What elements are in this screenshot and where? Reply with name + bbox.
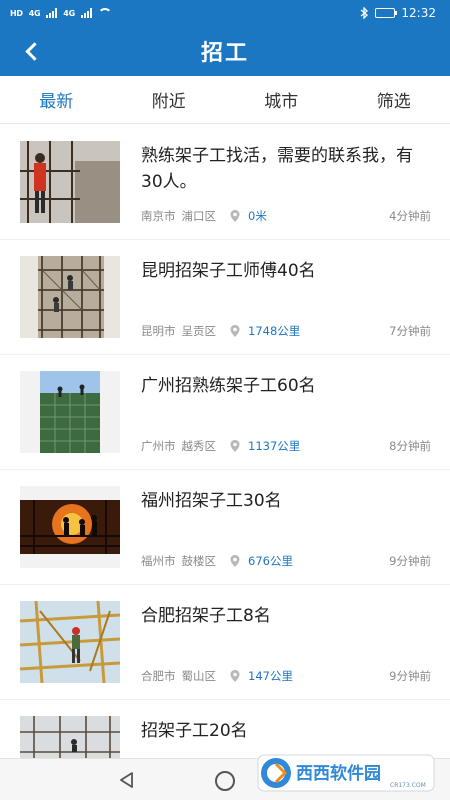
- back-button[interactable]: [14, 34, 48, 68]
- app-header: 招工: [0, 26, 450, 76]
- location-pin-icon: [230, 325, 240, 337]
- bamboo-scaffold-photo: [20, 601, 120, 683]
- signal-icon-1: [46, 8, 58, 18]
- site-watermark-logo: 西西软件园 CR173.COM: [257, 754, 435, 792]
- worker-red-scaffold-photo: [20, 141, 120, 223]
- job-title: 合肥招架子工8名: [141, 606, 271, 626]
- tab-filter[interactable]: 筛选: [338, 87, 450, 112]
- job-title: 招架子工20名: [141, 721, 248, 741]
- filter-tabs: 最新 附近 城市 筛选: [0, 76, 450, 124]
- job-title: 昆明招架子工师傅40名: [141, 261, 316, 281]
- job-district: 蜀山区: [181, 669, 217, 683]
- job-time-ago: 8分钟前: [389, 439, 431, 453]
- job-meta: 昆明市 呈贡区 1748公里 7分钟前: [141, 323, 431, 339]
- wifi-icon: [97, 8, 112, 18]
- nav-home-icon[interactable]: [215, 771, 235, 791]
- tab-latest[interactable]: 最新: [0, 87, 113, 112]
- tab-city[interactable]: 城市: [225, 87, 338, 112]
- job-district: 越秀区: [181, 439, 217, 453]
- job-list-item[interactable]: 熟练架子工找活，需要的联系我，有30人。 南京市 浦口区 0米 4分钟前: [0, 125, 450, 240]
- job-meta: 福州市 鼓楼区 676公里 9分钟前: [141, 553, 431, 569]
- job-time-ago: 4分钟前: [389, 209, 431, 223]
- job-thumbnail: [20, 371, 120, 453]
- nav-back-icon[interactable]: [118, 771, 136, 789]
- job-title: 熟练架子工找活，需要的联系我，有30人。: [141, 146, 413, 192]
- job-city: 昆明市: [141, 324, 176, 338]
- status-right: 12:32: [359, 6, 436, 20]
- job-meta: 南京市 浦口区 0米 4分钟前: [141, 208, 431, 224]
- job-list-item[interactable]: 合肥招架子工8名 合肥市 蜀山区 147公里 9分钟前: [0, 585, 450, 700]
- battery-icon: [375, 8, 398, 18]
- job-time-ago: 9分钟前: [389, 554, 431, 568]
- bluetooth-icon: [360, 7, 369, 19]
- job-title: 广州招熟练架子工60名: [141, 376, 316, 396]
- location-pin-icon: [230, 670, 240, 682]
- sunset-silhouette-photo: [20, 486, 120, 568]
- job-title: 福州招架子工30名: [141, 491, 282, 511]
- network-type-2: 4G: [63, 8, 75, 18]
- tab-nearby[interactable]: 附近: [113, 87, 226, 112]
- job-distance: 147公里: [248, 669, 293, 683]
- job-district: 浦口区: [181, 209, 217, 223]
- status-bar: HD 4G 4G 12:32: [0, 0, 450, 26]
- job-distance: 1748公里: [248, 324, 301, 338]
- scaffold-workers-photo: [20, 256, 120, 338]
- hd-badge: HD: [10, 8, 23, 18]
- job-time-ago: 9分钟前: [389, 669, 431, 683]
- job-district: 鼓楼区: [181, 554, 217, 568]
- job-meta: 合肥市 蜀山区 147公里 9分钟前: [141, 668, 431, 684]
- job-list-item[interactable]: 福州招架子工30名 福州市 鼓楼区 676公里 9分钟前: [0, 470, 450, 585]
- job-thumbnail: [20, 256, 120, 338]
- back-arrow-icon: [24, 41, 44, 61]
- job-thumbnail: [20, 601, 120, 683]
- job-thumbnail: [20, 486, 120, 568]
- job-distance: 0米: [248, 209, 267, 223]
- job-district: 呈贡区: [181, 324, 217, 338]
- job-city: 南京市: [141, 209, 176, 223]
- location-pin-icon: [230, 210, 240, 222]
- watermark-text: 西西软件园: [296, 763, 381, 784]
- signal-icon-2: [80, 8, 92, 18]
- job-city: 广州市: [141, 439, 176, 453]
- job-meta: 广州市 越秀区 1137公里 8分钟前: [141, 438, 431, 454]
- job-list-item[interactable]: 昆明招架子工师傅40名 昆明市 呈贡区 1748公里 7分钟前: [0, 240, 450, 355]
- job-distance: 676公里: [248, 554, 293, 568]
- page-title: 招工: [200, 41, 249, 66]
- job-thumbnail: [20, 141, 120, 223]
- job-list: 熟练架子工找活，需要的联系我，有30人。 南京市 浦口区 0米 4分钟前 昆明招…: [0, 125, 450, 800]
- job-city: 福州市: [141, 554, 176, 568]
- green-net-building-photo: [20, 371, 120, 453]
- job-time-ago: 7分钟前: [389, 324, 431, 338]
- location-pin-icon: [230, 440, 240, 452]
- job-city: 合肥市: [141, 669, 176, 683]
- network-type-1: 4G: [28, 8, 41, 18]
- watermark-domain: CR173.COM: [390, 782, 426, 789]
- job-list-item[interactable]: 广州招熟练架子工60名 广州市 越秀区 1137公里 8分钟前: [0, 355, 450, 470]
- status-time: 12:32: [401, 6, 436, 20]
- job-distance: 1137公里: [248, 439, 301, 453]
- status-left: HD 4G 4G: [10, 8, 112, 18]
- location-pin-icon: [230, 555, 240, 567]
